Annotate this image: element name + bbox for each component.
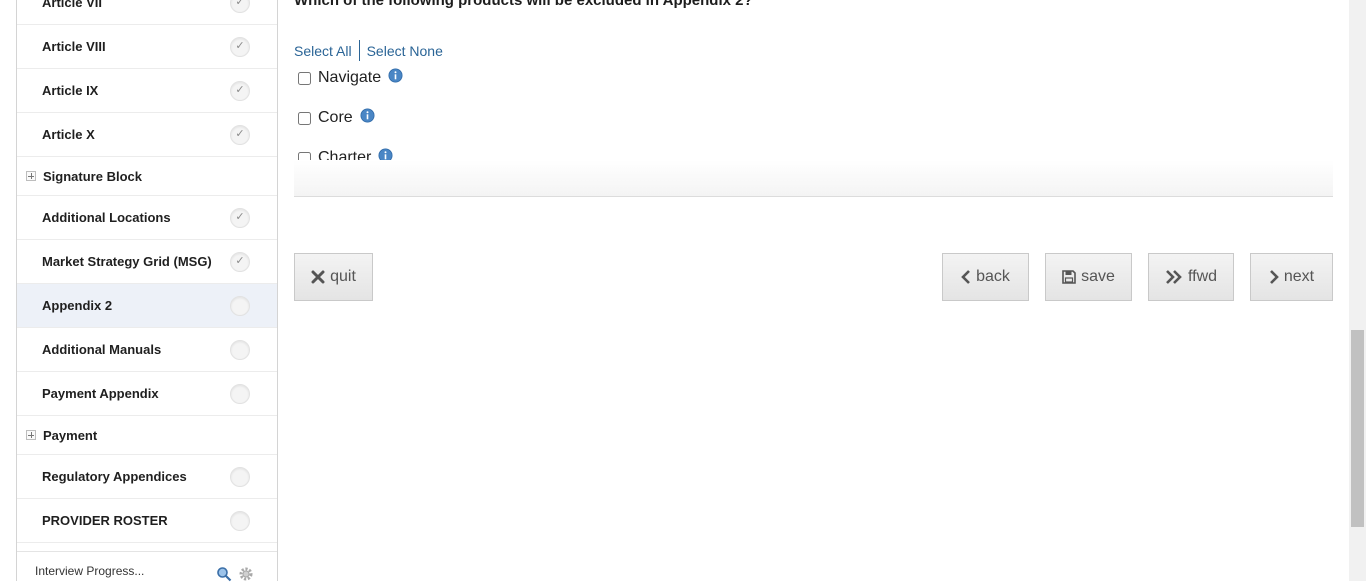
save-button[interactable]: save [1045, 253, 1132, 301]
back-button-label: back [976, 268, 1010, 285]
nav-item-label: Article VII [42, 0, 102, 10]
chevron-left-icon [961, 270, 971, 284]
sidebar-footer: Interview Progress... [17, 551, 277, 582]
nav-item-payment-appendix[interactable]: Payment Appendix [17, 372, 277, 416]
question-title: Which of the following products will be … [294, 0, 753, 9]
nav-item-label: Article X [42, 127, 95, 142]
complete-check-icon: ✓ [230, 124, 250, 145]
option-navigate: Navigate [298, 68, 403, 87]
close-x-icon [311, 270, 325, 284]
nav-list: Article VII ✓ Article VIII ✓ Article IX … [17, 0, 277, 543]
nav-item-label: Appendix 2 [42, 298, 113, 313]
nav-item-label: PROVIDER ROSTER [42, 513, 168, 528]
incomplete-circle-icon [230, 510, 250, 531]
quit-button-label: quit [330, 268, 356, 285]
floppy-disk-icon [1062, 270, 1076, 284]
ffwd-button-label: ffwd [1187, 268, 1218, 285]
sidebar-navigation: Article VII ✓ Article VIII ✓ Article IX … [16, 0, 278, 582]
complete-check-icon: ✓ [230, 207, 250, 228]
nav-group-payment[interactable]: Payment [17, 416, 277, 455]
options-footer-band [294, 160, 1333, 197]
select-all-link[interactable]: Select All [294, 43, 352, 59]
save-button-label: save [1081, 268, 1115, 285]
gear-icon[interactable] [238, 566, 254, 582]
scrollbar-thumb[interactable] [1351, 330, 1364, 527]
nav-item-regulatory-appendices[interactable]: Regulatory Appendices [17, 455, 277, 499]
back-button[interactable]: back [942, 253, 1029, 301]
nav-item-additional-locations[interactable]: Additional Locations ✓ [17, 196, 277, 240]
incomplete-circle-icon [230, 339, 250, 360]
nav-item-label: Regulatory Appendices [42, 469, 187, 484]
nav-item-article-viii[interactable]: Article VIII ✓ [17, 25, 277, 69]
nav-item-additional-manuals[interactable]: Additional Manuals [17, 328, 277, 372]
chevron-right-icon [1269, 270, 1279, 284]
option-core: Core [298, 108, 375, 127]
option-checkbox[interactable] [298, 71, 311, 85]
incomplete-circle-icon [230, 295, 250, 316]
nav-group-label: Payment [43, 427, 98, 443]
nav-item-label: Payment Appendix [42, 386, 159, 401]
double-chevron-right-icon [1166, 270, 1182, 284]
nav-item-article-ix[interactable]: Article IX ✓ [17, 69, 277, 113]
nav-item-article-vii[interactable]: Article VII ✓ [17, 0, 277, 25]
nav-item-label: Article VIII [42, 39, 106, 54]
next-button[interactable]: next [1250, 253, 1333, 301]
expand-plus-icon[interactable] [26, 171, 36, 181]
interview-progress-label[interactable]: Interview Progress... [35, 564, 144, 578]
nav-item-label: Additional Locations [42, 210, 171, 225]
nav-item-market-strategy-grid[interactable]: Market Strategy Grid (MSG) ✓ [17, 240, 277, 284]
option-label: Core [318, 109, 353, 126]
complete-check-icon: ✓ [230, 36, 250, 57]
incomplete-circle-icon [230, 466, 250, 487]
info-icon[interactable] [360, 108, 375, 123]
complete-check-icon: ✓ [230, 0, 250, 13]
nav-group-signature-block[interactable]: Signature Block [17, 157, 277, 196]
select-links: Select All Select None [294, 40, 443, 61]
magnifier-icon[interactable] [216, 566, 232, 582]
option-label: Navigate [318, 69, 382, 86]
complete-check-icon: ✓ [230, 80, 250, 101]
complete-check-icon: ✓ [230, 251, 250, 272]
nav-item-article-x[interactable]: Article X ✓ [17, 113, 277, 157]
select-none-link[interactable]: Select None [367, 43, 443, 59]
link-divider [358, 40, 360, 61]
nav-item-label: Market Strategy Grid (MSG) [42, 254, 212, 269]
ffwd-button[interactable]: ffwd [1148, 253, 1234, 301]
incomplete-circle-icon [230, 383, 250, 404]
nav-group-label: Signature Block [43, 168, 142, 184]
option-checkbox[interactable] [298, 111, 311, 125]
nav-item-label: Article IX [42, 83, 99, 98]
expand-plus-icon[interactable] [26, 430, 36, 440]
nav-item-appendix-2[interactable]: Appendix 2 [17, 284, 277, 328]
info-icon[interactable] [388, 68, 403, 83]
page-scrollbar[interactable] [1349, 0, 1366, 581]
next-button-label: next [1283, 268, 1315, 285]
quit-button[interactable]: quit [294, 253, 373, 301]
nav-item-label: Additional Manuals [42, 342, 162, 357]
nav-item-provider-roster[interactable]: PROVIDER ROSTER [17, 499, 277, 543]
